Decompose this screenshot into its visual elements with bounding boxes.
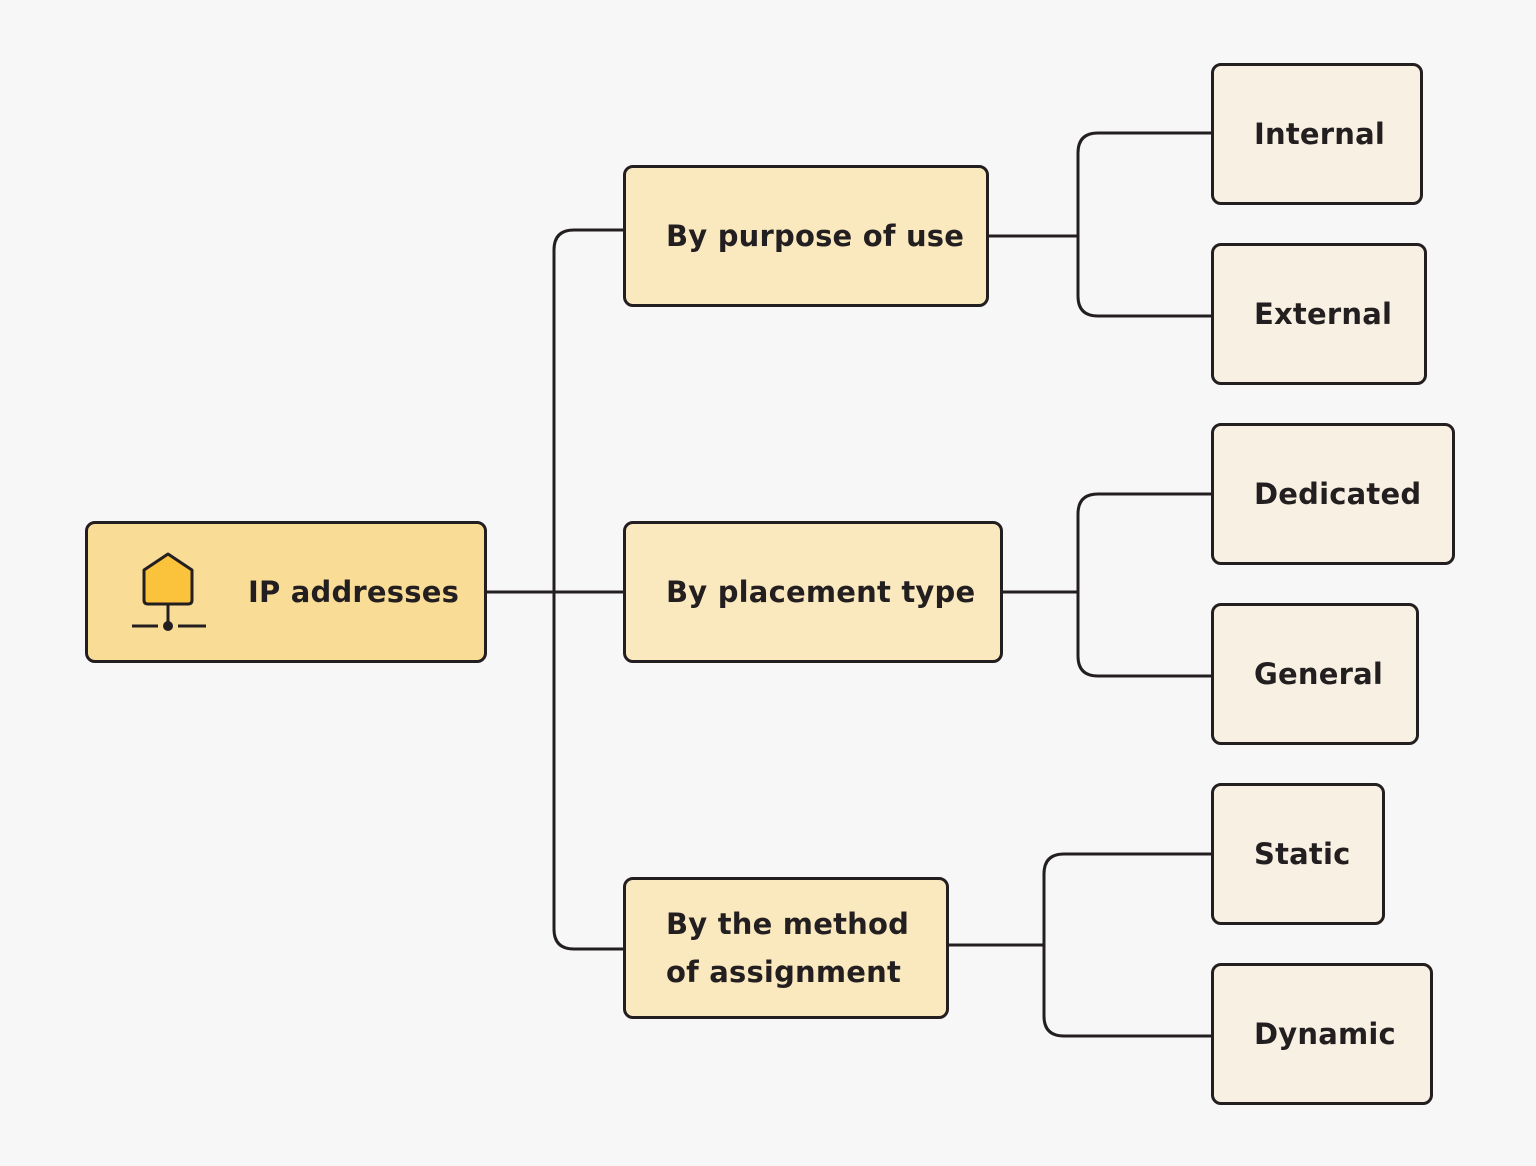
connector-root-to-assignment bbox=[552, 592, 624, 951]
leaf-label: Internal bbox=[1254, 117, 1386, 151]
root-label: IP addresses bbox=[248, 575, 460, 609]
category-label: By purpose of use bbox=[666, 219, 965, 253]
connector-placement-to-general bbox=[1076, 592, 1212, 678]
connector-placement-to-dedicated bbox=[1002, 492, 1212, 594]
leaf-node-dynamic: Dynamic bbox=[1211, 963, 1433, 1105]
connector-assignment-to-static bbox=[948, 852, 1212, 947]
category-node-method-of-assignment: By the method of assignment bbox=[623, 877, 949, 1019]
root-node-ip-addresses: IP addresses bbox=[85, 521, 487, 663]
connector-assignment-to-dynamic bbox=[1042, 945, 1212, 1038]
connector-purpose-to-external bbox=[1076, 236, 1212, 318]
connector-purpose-to-internal bbox=[988, 131, 1212, 238]
leaf-node-internal: Internal bbox=[1211, 63, 1423, 205]
network-node-icon bbox=[132, 552, 206, 631]
category-label: By placement type bbox=[666, 575, 976, 609]
connector-root-to-purpose bbox=[486, 228, 624, 594]
leaf-label: General bbox=[1254, 657, 1383, 691]
leaf-node-external: External bbox=[1211, 243, 1427, 385]
category-label-line-2: of assignment bbox=[666, 955, 902, 989]
leaf-label: External bbox=[1254, 297, 1393, 331]
category-label-line-1: By the method bbox=[666, 907, 910, 941]
leaf-label: Static bbox=[1254, 837, 1351, 871]
category-label: By the method of assignment bbox=[666, 900, 909, 996]
category-node-placement-type: By placement type bbox=[623, 521, 1003, 663]
leaf-node-dedicated: Dedicated bbox=[1211, 423, 1455, 565]
leaf-node-static: Static bbox=[1211, 783, 1385, 925]
leaf-label: Dedicated bbox=[1254, 477, 1422, 511]
leaf-label: Dynamic bbox=[1254, 1017, 1396, 1051]
category-node-purpose-of-use: By purpose of use bbox=[623, 165, 989, 307]
leaf-node-general: General bbox=[1211, 603, 1419, 745]
